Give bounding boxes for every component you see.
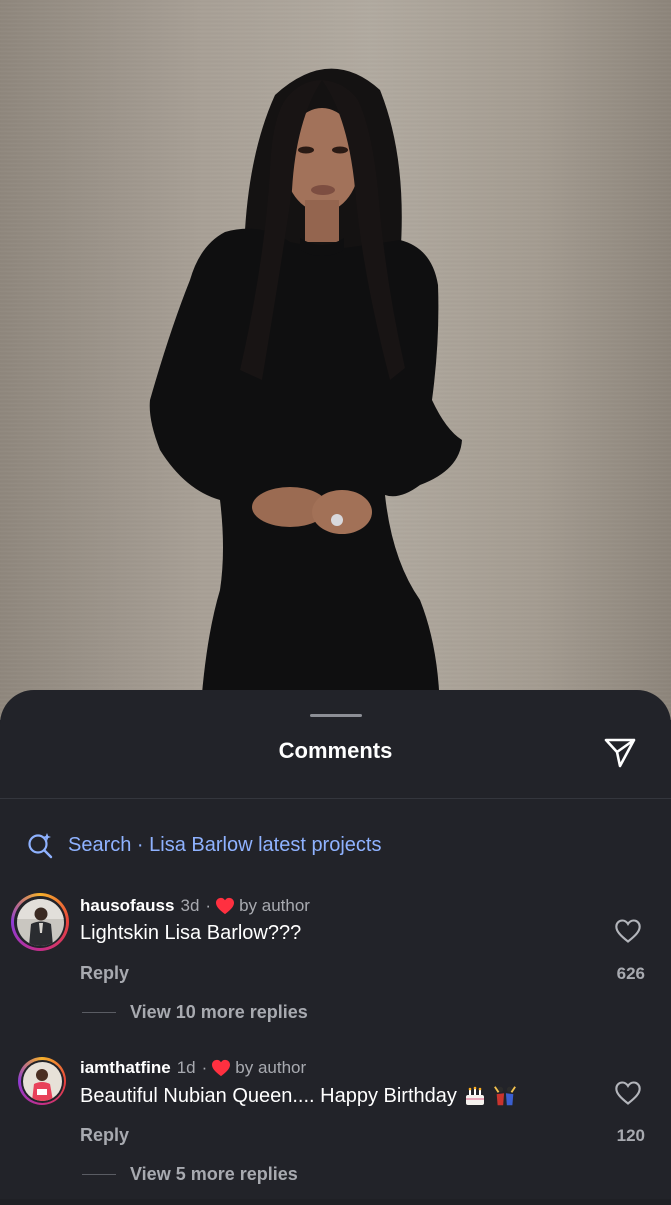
search-suggestion-text: Search · Lisa Barlow latest projects xyxy=(68,833,382,856)
send-icon xyxy=(604,738,636,768)
user-avatar-image xyxy=(22,1061,62,1101)
view-more-replies-label: View 10 more replies xyxy=(130,1002,308,1022)
comment-username[interactable]: iamthatfine xyxy=(80,1058,171,1078)
comment-username[interactable]: hausofauss xyxy=(80,896,174,916)
author-liked-heart-icon xyxy=(212,1059,231,1077)
avatar[interactable] xyxy=(11,893,69,951)
replies-line xyxy=(82,1174,116,1175)
avatar[interactable] xyxy=(18,1057,66,1105)
drag-handle[interactable] xyxy=(310,714,362,717)
like-button[interactable] xyxy=(614,1080,642,1106)
user-avatar-image xyxy=(16,898,64,946)
view-more-replies[interactable]: View 10 more replies xyxy=(82,1002,308,1023)
birthday-cake-emoji xyxy=(463,1084,487,1108)
comment-item: iamthatfine 1d · by author Beautiful Nub… xyxy=(0,1055,671,1205)
post-photo xyxy=(0,0,671,720)
meta-separator: · xyxy=(201,1058,208,1077)
liked-by-author-label: by author xyxy=(235,1058,307,1077)
cake-icon xyxy=(465,1086,484,1105)
comment-meta: hausofauss 3d · by author xyxy=(80,896,310,916)
comment-meta: iamthatfine 1d · by author xyxy=(80,1058,306,1078)
comment-search-suggestion[interactable]: Search · Lisa Barlow latest projects xyxy=(26,830,381,860)
dancers-icon xyxy=(493,1086,516,1106)
comments-sheet: Comments Search · Lisa Barlow latest pro… xyxy=(0,690,671,1199)
dancers-emoji xyxy=(493,1084,517,1108)
heart-outline-icon xyxy=(615,919,641,943)
view-more-replies-label: View 5 more replies xyxy=(130,1164,298,1184)
view-more-replies[interactable]: View 5 more replies xyxy=(82,1164,298,1185)
comment-time: 1d xyxy=(176,1058,196,1077)
meta-separator: · xyxy=(205,896,212,915)
like-count: 120 xyxy=(616,1126,645,1145)
comment-item: hausofauss 3d · by author Lightskin Lisa… xyxy=(0,893,671,1043)
header-divider xyxy=(0,798,671,799)
reply-button[interactable]: Reply xyxy=(80,1125,129,1146)
comment-text: Beautiful Nubian Queen.... Happy Birthda… xyxy=(80,1084,517,1108)
author-liked-heart-icon xyxy=(216,897,235,915)
sheet-title: Comments xyxy=(278,738,393,763)
replies-line xyxy=(82,1012,116,1013)
comment-text-content: Beautiful Nubian Queen.... Happy Birthda… xyxy=(80,1084,457,1107)
liked-by-author-label: by author xyxy=(239,896,310,915)
comment-text: Lightskin Lisa Barlow??? xyxy=(80,922,301,945)
reply-button[interactable]: Reply xyxy=(80,963,129,984)
share-button[interactable] xyxy=(600,732,640,772)
heart-outline-icon xyxy=(615,1081,641,1105)
woman-in-black-dress-image xyxy=(149,68,462,720)
comment-time: 3d xyxy=(180,896,200,915)
like-button[interactable] xyxy=(614,918,642,944)
like-count: 626 xyxy=(616,964,645,983)
comment-text-content: Lightskin Lisa Barlow??? xyxy=(80,922,302,944)
ai-search-icon xyxy=(28,833,53,859)
